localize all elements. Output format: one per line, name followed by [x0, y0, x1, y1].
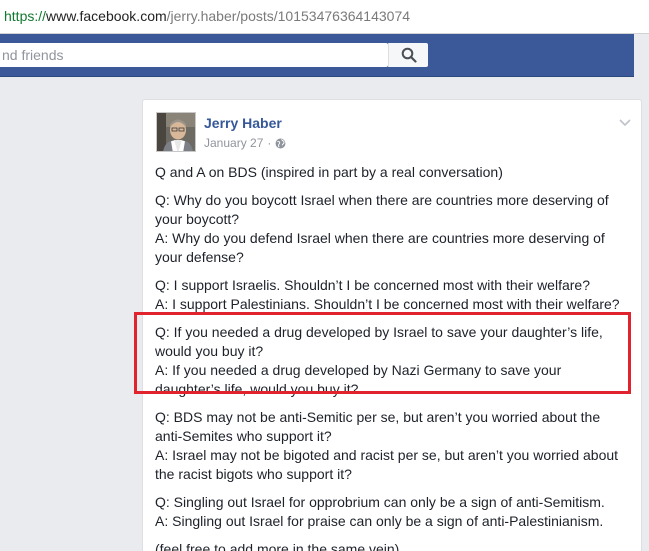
- question-line: anti-Semites who support it?: [155, 428, 332, 444]
- search-input[interactable]: nd friends: [0, 43, 388, 67]
- url-text[interactable]: https://www.facebook.com/jerry.haber/pos…: [4, 8, 410, 24]
- post-intro: Q and A on BDS (inspired in part by a re…: [155, 163, 637, 182]
- url-path: /jerry.haber/posts/10153476364143074: [166, 8, 411, 24]
- question-line: Q: Why do you boycott Israel when there …: [155, 192, 609, 208]
- post-author-name[interactable]: Jerry Haber: [204, 115, 282, 131]
- url-scheme: https://: [4, 8, 47, 24]
- search-icon: [401, 47, 417, 63]
- qa-block: Q: Why do you boycott Israel when there …: [155, 191, 637, 267]
- browser-address-bar[interactable]: https://www.facebook.com/jerry.haber/pos…: [0, 0, 649, 34]
- facebook-top-bar: nd friends: [0, 34, 634, 77]
- post-meta: January 27 ·: [204, 136, 286, 150]
- qa-block: Q: BDS may not be anti-Semitic per se, b…: [155, 408, 637, 484]
- question-line: Q: I support Israelis. Shouldn’t I be co…: [155, 277, 590, 293]
- post-closing: (feel free to add more in the same vein): [155, 540, 637, 551]
- search-button[interactable]: [388, 43, 428, 67]
- answer-line: A: Israel may not be bigoted and racist …: [155, 447, 619, 463]
- answer-line: the racist bigots who support it?: [155, 466, 352, 482]
- globe-icon: [275, 138, 286, 148]
- qa-block: Q: Singling out Israel for opprobrium ca…: [155, 493, 637, 531]
- qa-block: Q: I support Israelis. Shouldn’t I be co…: [155, 276, 637, 314]
- answer-line: A: Why do you defend Israel when there a…: [155, 230, 605, 246]
- avatar[interactable]: [156, 112, 196, 152]
- question-line: Q: Singling out Israel for opprobrium ca…: [155, 494, 605, 510]
- url-host: www.facebook.com: [46, 8, 167, 24]
- chevron-down-icon: [619, 119, 631, 127]
- answer-line: your defense?: [155, 249, 244, 265]
- post-intro-text: Q and A on BDS (inspired in part by a re…: [155, 164, 503, 180]
- answer-line: A: Singling out Israel for praise can on…: [155, 513, 604, 529]
- post-date[interactable]: January 27: [204, 136, 263, 150]
- question-line: your boycott?: [155, 211, 240, 227]
- post-options-button[interactable]: [619, 114, 631, 132]
- post-closing-text: (feel free to add more in the same vein): [155, 541, 400, 551]
- question-line: Q: BDS may not be anti-Semitic per se, b…: [155, 409, 601, 425]
- meta-separator: ·: [267, 136, 272, 150]
- header-right-gutter: [634, 34, 649, 77]
- highlight-annotation-box: [134, 312, 631, 394]
